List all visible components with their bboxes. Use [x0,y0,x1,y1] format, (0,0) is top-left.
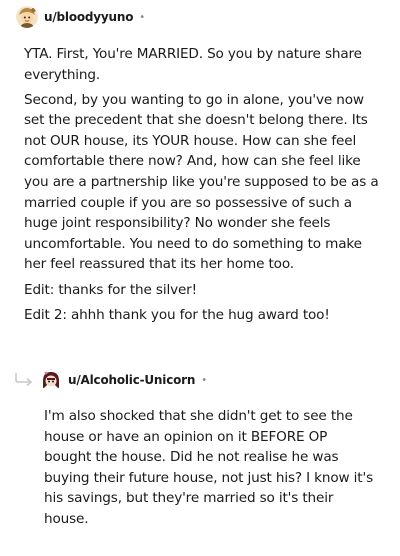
separator-dot: • [201,374,208,386]
separator-dot: • [139,11,146,23]
comment-header: u/bloodyyuno • [16,5,145,29]
comment-body: I'm also shocked that she didn't get to … [44,406,374,534]
comment-paragraph: Second, by you wanting to go in alone, y… [24,91,379,273]
avatar-icon[interactable] [40,369,62,391]
username-link[interactable]: u/Alcoholic-Unicorn [68,373,195,387]
comment-paragraph: Edit 2: ahhh thank you for the hug award… [24,306,330,323]
reply-arrow-icon [15,373,33,387]
comment-paragraph: Edit: thanks for the silver! [24,281,197,298]
comment-paragraph: YTA. First, You're MARRIED. So you by na… [24,46,362,83]
comment-paragraph: I'm also shocked that she didn't get to … [44,408,374,527]
comment-header: u/Alcoholic-Unicorn • [40,368,207,392]
comment-body: YTA. First, You're MARRIED. So you by na… [24,44,384,330]
avatar-icon[interactable] [16,6,38,28]
username-link[interactable]: u/bloodyyuno [44,10,133,24]
